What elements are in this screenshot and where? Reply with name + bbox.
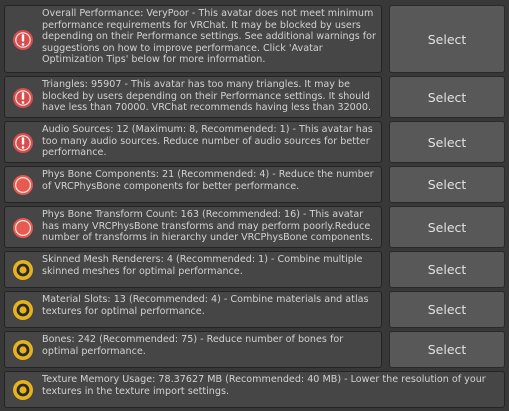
warning-message-box: Bones: 242 (Recommended: 75) - Reduce nu…: [4, 331, 382, 368]
select-button[interactable]: Select: [389, 76, 505, 118]
warning-message-box: Triangles: 95907 - This avatar has too m…: [4, 76, 382, 118]
warning-text: Skinned Mesh Renderers: 4 (Recommended: …: [42, 254, 363, 277]
select-button[interactable]: Select: [389, 206, 505, 248]
performance-warning-row: Phys Bone Components: 21 (Recommended: 4…: [0, 166, 509, 203]
select-button[interactable]: Select: [389, 251, 505, 288]
warning-message-box: Audio Sources: 12 (Maximum: 8, Recommend…: [4, 121, 382, 163]
performance-warning-row: Overall Performance: VeryPoor - This ava…: [0, 5, 509, 73]
medium-ring-icon: [12, 379, 34, 401]
error-exclamation-icon: [12, 29, 34, 51]
medium-ring-icon: [12, 259, 34, 281]
warning-message-box: Overall Performance: VeryPoor - This ava…: [4, 5, 382, 73]
warning-message-box: Phys Bone Transform Count: 163 (Recommen…: [4, 206, 382, 248]
performance-warning-row: Triangles: 95907 - This avatar has too m…: [0, 76, 509, 118]
performance-warning-row: Material Slots: 13 (Recommended: 4) - Co…: [0, 291, 509, 328]
error-exclamation-icon: [12, 132, 34, 154]
medium-ring-icon: [12, 339, 34, 361]
warning-message-box: Material Slots: 13 (Recommended: 4) - Co…: [4, 291, 382, 328]
warning-text: Bones: 242 (Recommended: 75) - Reduce nu…: [42, 334, 344, 357]
poor-circle-icon: [12, 174, 34, 196]
performance-warning-row: Audio Sources: 12 (Maximum: 8, Recommend…: [0, 121, 509, 163]
select-button[interactable]: Select: [389, 166, 505, 203]
warning-text: Texture Memory Usage: 78.37627 MB (Recom…: [42, 374, 486, 397]
warning-text: Phys Bone Transform Count: 163 (Recommen…: [42, 209, 373, 244]
select-button[interactable]: Select: [389, 5, 505, 73]
poor-circle-icon: [12, 217, 34, 239]
select-button[interactable]: Select: [389, 291, 505, 328]
warning-message-box: Texture Memory Usage: 78.37627 MB (Recom…: [4, 371, 505, 408]
performance-warning-row: Bones: 242 (Recommended: 75) - Reduce nu…: [0, 331, 509, 368]
warning-text: Audio Sources: 12 (Maximum: 8, Recommend…: [42, 124, 373, 159]
error-exclamation-icon: [12, 87, 34, 109]
warning-message-box: Phys Bone Components: 21 (Recommended: 4…: [4, 166, 382, 203]
performance-warning-row: Phys Bone Transform Count: 163 (Recommen…: [0, 206, 509, 248]
warning-text: Overall Performance: VeryPoor - This ava…: [42, 8, 376, 66]
performance-warning-row: Texture Memory Usage: 78.37627 MB (Recom…: [0, 371, 509, 408]
warning-text: Triangles: 95907 - This avatar has too m…: [42, 79, 372, 114]
select-button[interactable]: Select: [389, 331, 505, 368]
performance-warning-row: Skinned Mesh Renderers: 4 (Recommended: …: [0, 251, 509, 288]
performance-panel: Overall Performance: VeryPoor - This ava…: [0, 0, 509, 411]
warning-text: Phys Bone Components: 21 (Recommended: 4…: [42, 169, 374, 192]
warning-text: Material Slots: 13 (Recommended: 4) - Co…: [42, 294, 369, 317]
medium-ring-icon: [12, 299, 34, 321]
warning-message-box: Skinned Mesh Renderers: 4 (Recommended: …: [4, 251, 382, 288]
select-button[interactable]: Select: [389, 121, 505, 163]
